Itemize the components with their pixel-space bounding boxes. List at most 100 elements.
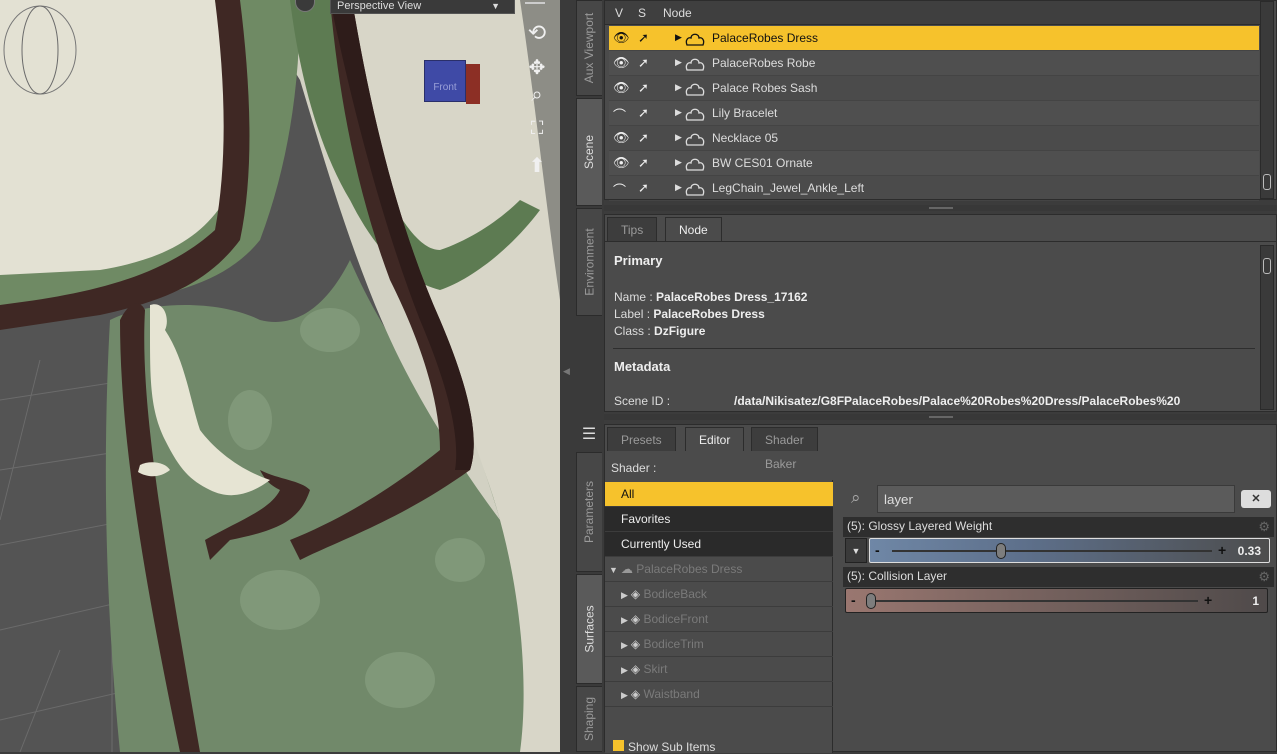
scene-row[interactable]: 👁 ➚ ▶ PalaceRobes Dress	[609, 26, 1259, 51]
scene-row-label: Palace Robes Sash	[712, 81, 818, 95]
scene-id-value: /data/Nikisatez/G8FPalaceRobes/Palace%20…	[734, 394, 1181, 408]
tab-node[interactable]: Node	[665, 217, 722, 241]
gear-icon[interactable]: ⚙	[1258, 519, 1270, 535]
material-label: BodiceFront	[643, 612, 709, 626]
eye-icon[interactable]: 👁	[613, 30, 630, 46]
increment-button[interactable]: +	[1218, 542, 1226, 558]
tab-tips[interactable]: Tips	[607, 217, 658, 241]
material-item[interactable]: ▶ ◈ BodiceBack	[605, 582, 833, 607]
scene-row[interactable]: 👁 ➚ ▶ Palace Robes Sash	[609, 76, 1259, 101]
eye-closed-icon[interactable]: ⌒	[613, 105, 626, 124]
viewport-menu-icon[interactable]	[525, 0, 545, 8]
material-item[interactable]: ▶ ◈ Skirt	[605, 657, 833, 682]
expand-arrow-icon[interactable]: ▶	[675, 182, 682, 193]
figure-node[interactable]: ▼ ☁ PalaceRobes Dress	[605, 557, 833, 582]
figure-icon	[685, 33, 705, 46]
tab-parameters[interactable]: Parameters	[576, 452, 602, 572]
reset-icon[interactable]: ⬆	[524, 153, 550, 178]
scene-row[interactable]: 👁 ➚ ▶ BW CES01 Ornate	[609, 151, 1259, 176]
eye-closed-icon[interactable]: ⌒	[613, 180, 626, 199]
select-pointer-icon[interactable]: ➚	[638, 80, 649, 96]
node-scrollbar[interactable]	[1260, 245, 1274, 410]
scene-row[interactable]: ⌒ ➚ ▶ Lily Bracelet	[609, 101, 1259, 126]
tab-surfaces[interactable]: Surfaces	[576, 574, 602, 684]
property-slider[interactable]: - +1	[845, 588, 1268, 613]
eye-icon[interactable]: 👁	[613, 80, 630, 96]
expand-arrow-icon[interactable]: ▶	[621, 640, 628, 650]
scene-row[interactable]: 👁 ➚ ▶ Necklace 05	[609, 126, 1259, 151]
expand-arrow-icon[interactable]: ▶	[621, 615, 628, 625]
frame-icon[interactable]: ⛶	[524, 118, 550, 139]
property-slider[interactable]: - +0.33	[869, 538, 1270, 563]
list-item-currently-used[interactable]: Currently Used	[605, 532, 833, 557]
tab-environment[interactable]: Environment	[576, 208, 602, 316]
increment-button[interactable]: +	[1204, 592, 1212, 608]
expand-arrow-icon[interactable]: ▶	[621, 590, 628, 600]
navcube[interactable]: Front	[424, 60, 466, 102]
zoom-icon[interactable]: ⌕	[524, 84, 550, 107]
tab-scene[interactable]: Scene	[576, 98, 602, 206]
list-item-label: Favorites	[621, 512, 671, 526]
list-item-favorites[interactable]: Favorites	[605, 507, 833, 532]
select-pointer-icon[interactable]: ➚	[638, 130, 649, 146]
tab-shader-baker-label: Shader Baker	[765, 433, 804, 471]
select-pointer-icon[interactable]: ➚	[638, 180, 649, 196]
tab-presets[interactable]: Presets	[607, 427, 676, 451]
property-value[interactable]: 0.33	[1238, 544, 1261, 558]
slider-knob[interactable]	[995, 543, 1006, 559]
chevron-down-icon[interactable]: ▼	[845, 538, 867, 563]
viewport-3d[interactable]: Perspective View ▼ Front ⟲ ✥ ⌕ ⛶ ⬆	[0, 0, 560, 752]
checkbox-icon[interactable]	[613, 740, 624, 751]
select-pointer-icon[interactable]: ➚	[638, 105, 649, 121]
property-search-input[interactable]	[877, 485, 1235, 513]
material-label: Skirt	[643, 662, 668, 676]
scene-row[interactable]: ⌒ ➚ ▶ LegChain_Jewel_Ankle_Left	[609, 176, 1259, 201]
select-pointer-icon[interactable]: ➚	[638, 55, 649, 71]
col-node[interactable]: Node	[663, 6, 692, 20]
scene-splitter[interactable]	[604, 205, 1277, 211]
expand-arrow-icon[interactable]: ▶	[675, 57, 682, 68]
select-pointer-icon[interactable]: ➚	[638, 30, 649, 46]
eye-icon[interactable]: 👁	[613, 130, 630, 146]
property-header: (5): Glossy Layered Weight ⚙	[843, 517, 1274, 537]
expand-arrow-icon[interactable]: ▶	[621, 690, 628, 700]
material-item[interactable]: ▶ ◈ BodiceFront	[605, 607, 833, 632]
tab-shader-baker[interactable]: Shader Baker	[751, 427, 818, 471]
pan-icon[interactable]: ✥	[524, 55, 550, 80]
expand-arrow-icon[interactable]: ▶	[675, 132, 682, 143]
material-item[interactable]: ▶ ◈ BodiceTrim	[605, 632, 833, 657]
slider-knob[interactable]	[866, 593, 876, 609]
view-dropdown[interactable]: Perspective View ▼	[330, 0, 515, 14]
expand-arrow-icon[interactable]: ▶	[675, 82, 682, 93]
expand-arrow-icon[interactable]: ▶	[621, 665, 628, 675]
tab-editor[interactable]: Editor	[685, 427, 745, 451]
tab-shaping[interactable]: Shaping	[576, 686, 602, 752]
tab-aux-viewport[interactable]: Aux Viewport	[576, 0, 602, 96]
clear-search-icon[interactable]: ✕	[1241, 490, 1271, 508]
expand-arrow-icon[interactable]: ▶	[675, 107, 682, 118]
expand-arrow-icon[interactable]: ▶	[675, 32, 682, 43]
decrement-button[interactable]: -	[851, 592, 856, 608]
eye-icon[interactable]: 👁	[613, 55, 630, 71]
material-icon: ◈	[630, 612, 641, 626]
pane-menu-icon[interactable]: ☰	[576, 424, 602, 448]
collapse-arrow-icon[interactable]: ◀	[563, 366, 570, 377]
decrement-button[interactable]: -	[875, 542, 880, 558]
select-pointer-icon[interactable]: ➚	[638, 155, 649, 171]
node-splitter[interactable]	[604, 414, 1277, 420]
eye-icon[interactable]: 👁	[613, 155, 630, 171]
expand-down-icon[interactable]: ▼	[609, 565, 618, 575]
material-item[interactable]: ▶ ◈ Waistband	[605, 682, 833, 707]
tab-presets-label: Presets	[621, 433, 662, 447]
expand-arrow-icon[interactable]: ▶	[675, 157, 682, 168]
scene-scrollbar[interactable]	[1260, 1, 1274, 199]
col-visible[interactable]: V	[615, 6, 623, 20]
scene-row[interactable]: 👁 ➚ ▶ PalaceRobes Robe	[609, 51, 1259, 76]
pane-divider[interactable]: ◀	[560, 0, 574, 752]
orbit-icon[interactable]: ⟲	[524, 20, 550, 46]
class-value: DzFigure	[654, 324, 706, 338]
gear-icon[interactable]: ⚙	[1258, 569, 1270, 585]
list-item-all[interactable]: All	[605, 482, 833, 507]
col-selectable[interactable]: S	[638, 6, 646, 20]
property-value[interactable]: 1	[1252, 594, 1259, 608]
